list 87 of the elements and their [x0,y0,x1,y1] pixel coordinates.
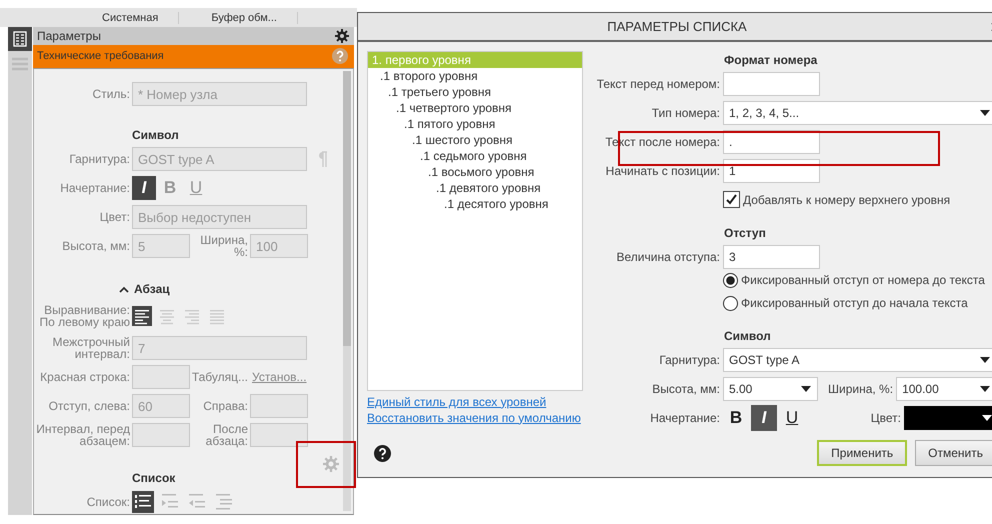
dialog-button[interactable]: Отменить [915,440,992,466]
menu-icon[interactable] [12,57,28,71]
numbered-list-icon[interactable] [132,491,154,513]
field-label: После абзаца: [204,423,249,447]
dialog-title: ПАРАМЕТРЫ СПИСКА [607,18,747,34]
text-before-field[interactable] [723,72,820,96]
link[interactable]: Единый стиль для всех уровней [367,394,589,410]
field-label: Красная строка: [39,371,131,383]
field-label: Ширина, %: [828,382,894,396]
first-line-field[interactable] [132,365,190,389]
radio-label[interactable]: Фиксированный отступ до начала текста [741,296,968,310]
field-label: Гарнитура: [658,352,721,367]
field-label: Текст перед номером: [596,76,721,91]
level-item[interactable]: .1 седьмого уровня [368,148,582,164]
pilcrow-icon[interactable] [318,151,327,167]
highlight-frame [296,441,356,488]
height-dropdown[interactable]: 5.00 [723,376,818,401]
dropdown-icon [982,414,992,421]
scrollbar[interactable] [343,71,351,511]
field-label: Тип номера: [650,106,721,120]
panel-tab[interactable]: Буфер обм... [189,12,298,24]
level-item[interactable]: .1 второго уровня [368,68,582,84]
font-style-toggle[interactable]: I [132,176,156,200]
checkbox-label[interactable]: Добавлять к номеру верхнего уровня [743,192,950,207]
section-heading: Символ [132,128,180,142]
field-label: Список: [86,496,131,508]
level-item[interactable]: .1 пятого уровня [368,116,582,132]
align-icon[interactable] [132,306,152,326]
checkbox[interactable] [723,191,740,208]
field-label: Высота, мм: [61,240,131,252]
properties-icon[interactable] [8,27,32,51]
dialog-button[interactable]: Применить [817,440,908,466]
font-style-toggle[interactable]: I [751,404,777,431]
panel-title: Параметры [37,28,101,43]
space-after-field[interactable] [250,423,308,447]
section-heading: Символ [724,328,772,343]
field-label: Табуляц... [190,371,249,383]
section-heading: Список [132,471,176,485]
dropdown-icon [801,386,811,392]
field-label: Высота, мм: [651,382,721,396]
field-label: Ширина, %: [199,234,249,258]
field-label: Справа: [202,400,249,412]
dropdown-icon [980,110,990,116]
section-heading: Формат номера [724,52,818,67]
field-label: Начертание: [649,410,721,425]
field-label: Интервал, перед абзацем: [35,423,131,447]
help-icon[interactable] [374,444,391,462]
field-label: Цвет: [870,410,902,425]
level-item[interactable]: .1 десятого уровня [368,196,582,212]
text-after-field[interactable]: . [723,130,820,154]
panel-tab[interactable]: Системная [80,12,180,24]
link[interactable]: Восстановить значения по умолчанию [367,410,589,426]
field-label: Межстрочный интервал: [52,336,131,360]
font-style-toggle[interactable]: U [779,404,805,431]
start-position-field[interactable]: 1 [723,158,820,183]
field-label: Выравнивание: [44,304,130,316]
field-label: Величина отступа: [616,250,721,264]
number-type-dropdown[interactable]: 1, 2, 3, 4, 5... [723,100,992,125]
field-label: Цвет: [98,211,131,223]
level-item[interactable]: .1 шестого уровня [368,132,582,148]
field-label: Начинать с позиции: [604,164,721,178]
color-dropdown[interactable] [904,406,992,430]
dropdown-icon [980,386,990,392]
level-item[interactable]: .1 девятого уровня [368,180,582,196]
right-indent-field[interactable] [250,394,308,418]
level-item[interactable]: .1 четвертого уровня [368,100,582,116]
settings-icon[interactable] [335,28,349,43]
field-label: Стиль: [92,88,131,100]
section-heading: Отступ [724,226,767,240]
field-label: Гарнитура: [68,153,131,165]
level-item[interactable]: .1 восьмого уровня [368,164,582,180]
font-dropdown[interactable]: GOST type A [723,348,992,372]
space-before-field[interactable] [132,423,190,447]
panel-header: Технические требования [37,50,164,62]
collapse-icon[interactable] [119,286,129,292]
dropdown-icon [980,356,990,363]
width-dropdown[interactable]: 100.00 [896,376,992,401]
indent-size-field[interactable]: 3 [723,244,820,269]
field-label: Начертание: [59,182,131,194]
level-item[interactable]: .1 третьего уровня [368,84,582,100]
font-style-toggle[interactable]: B [723,404,749,431]
radio-label[interactable]: Фиксированный отступ от номера до текста [741,273,985,288]
radio-button[interactable] [723,272,738,288]
radio-button[interactable] [723,296,738,311]
section-heading: Абзац [134,282,170,296]
align-value: По левому краю [39,316,130,328]
field-label: Отступ, слева: [48,400,131,412]
